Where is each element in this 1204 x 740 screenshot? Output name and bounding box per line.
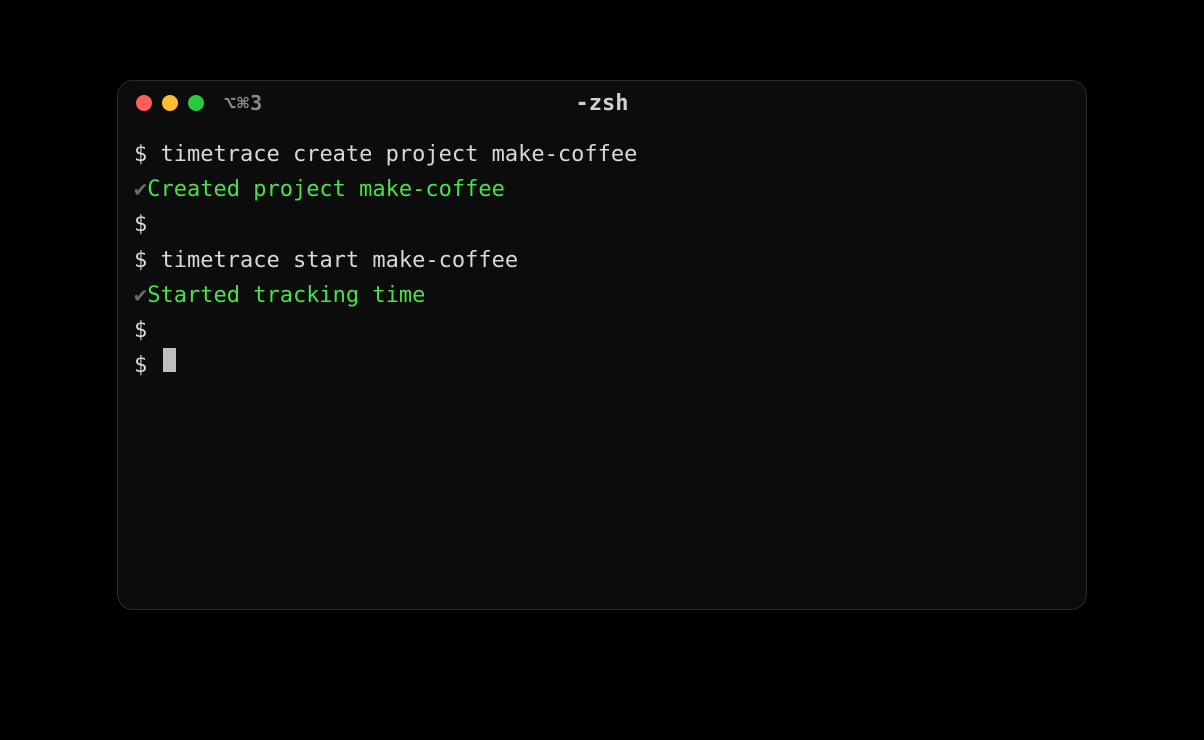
command-text: timetrace create project make-coffee [161,137,638,172]
titlebar: ⌥⌘3 -zsh [118,81,1086,125]
prompt: $ [134,137,161,172]
close-icon[interactable] [136,95,152,111]
terminal-line: $ timetrace create project make-coffee [134,137,1070,172]
terminal-line: $ [134,207,1070,242]
cursor-icon [163,348,176,372]
terminal-line: $ timetrace start make-coffee [134,243,1070,278]
prompt: $ [134,348,161,383]
tab-indicator: ⌥⌘3 [224,91,263,115]
prompt: $ [134,243,161,278]
prompt: $ [134,313,161,348]
terminal-body[interactable]: $ timetrace create project make-coffee ✔… [118,125,1086,395]
traffic-lights [136,95,204,111]
terminal-line: ✔Created project make-coffee [134,172,1070,207]
terminal-line: $ [134,348,1070,383]
checkmark-icon: ✔ [134,172,147,207]
terminal-line: $ [134,313,1070,348]
minimize-icon[interactable] [162,95,178,111]
prompt: $ [134,207,161,242]
success-message: Created project make-coffee [147,172,505,207]
terminal-window: ⌥⌘3 -zsh $ timetrace create project make… [117,80,1087,610]
maximize-icon[interactable] [188,95,204,111]
success-message: Started tracking time [147,278,425,313]
window-title: -zsh [576,91,629,116]
command-text: timetrace start make-coffee [161,243,519,278]
checkmark-icon: ✔ [134,278,147,313]
terminal-line: ✔Started tracking time [134,278,1070,313]
